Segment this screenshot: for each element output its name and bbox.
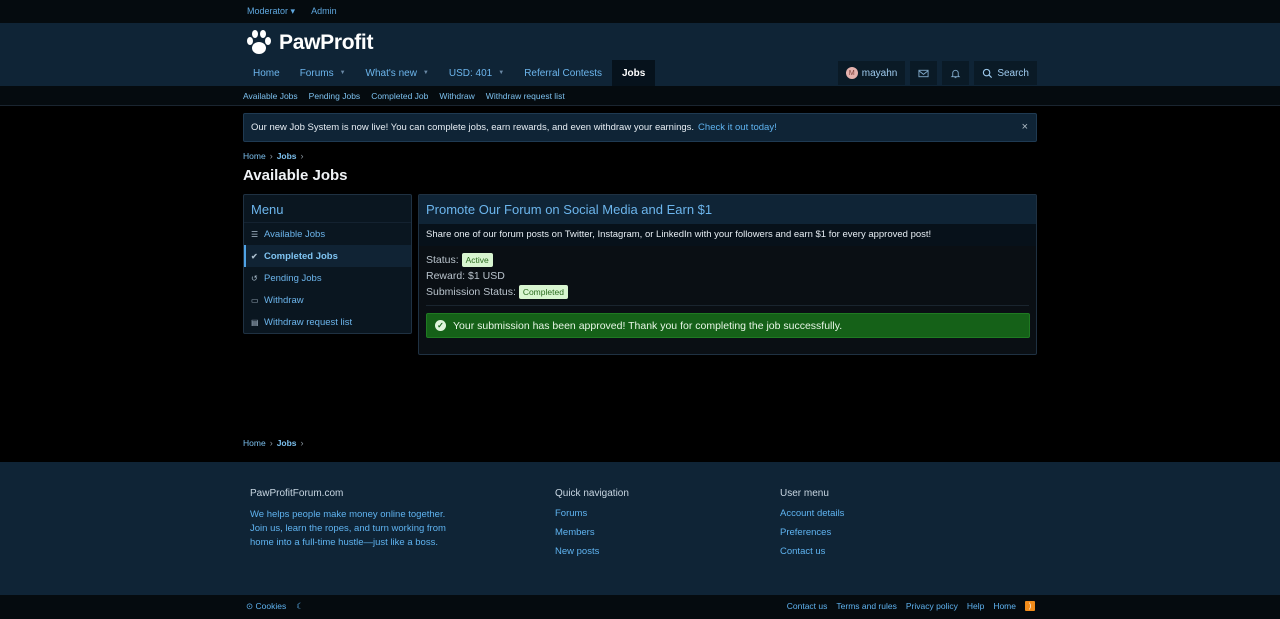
notice-link[interactable]: Check it out today! bbox=[698, 122, 777, 133]
alerts-button[interactable] bbox=[942, 61, 970, 85]
footer-home[interactable]: Home bbox=[993, 601, 1016, 611]
footer-user-menu: User menu Account details Preferences Co… bbox=[780, 488, 844, 565]
cookies-link[interactable]: ⊙ Cookies bbox=[246, 601, 286, 612]
menu-item-pending-jobs[interactable]: ↺ Pending Jobs bbox=[244, 267, 411, 289]
footer-site-text: We helps people make money online togeth… bbox=[250, 509, 446, 548]
subnav-withdraw[interactable]: Withdraw bbox=[439, 91, 474, 101]
sub-nav: Available Jobs Pending Jobs Completed Jo… bbox=[0, 86, 1280, 106]
wallet-icon: ▭ bbox=[251, 295, 259, 305]
breadcrumb-jobs[interactable]: Jobs bbox=[277, 438, 297, 448]
footer-link-preferences[interactable]: Preferences bbox=[780, 527, 844, 538]
rss-icon[interactable]: ) bbox=[1025, 601, 1035, 611]
breadcrumb-jobs[interactable]: Jobs bbox=[277, 151, 297, 161]
chevron-down-icon[interactable]: ▼ bbox=[423, 70, 429, 76]
footer-help[interactable]: Help bbox=[967, 601, 984, 611]
inbox-button[interactable] bbox=[910, 61, 938, 85]
breadcrumb-separator: › bbox=[300, 438, 304, 448]
breadcrumb-home[interactable]: Home bbox=[243, 438, 266, 448]
page-title: Available Jobs bbox=[243, 167, 348, 184]
footer-privacy[interactable]: Privacy policy bbox=[906, 601, 958, 611]
moon-icon[interactable]: ☾ bbox=[296, 601, 304, 612]
footer-bar: ⊙ Cookies ☾ Contact us Terms and rules P… bbox=[0, 595, 1280, 619]
breadcrumb-separator: › bbox=[269, 438, 273, 448]
footer-link-account-details[interactable]: Account details bbox=[780, 508, 844, 519]
nav-referral-contests[interactable]: Referral Contests bbox=[514, 60, 612, 86]
subnav-available-jobs[interactable]: Available Jobs bbox=[243, 91, 298, 101]
footer-quick-title: Quick navigation bbox=[555, 488, 629, 499]
search-label: Search bbox=[997, 67, 1029, 79]
site-logo[interactable]: PawProfit bbox=[245, 29, 373, 56]
site-header: PawProfit Home Forums ▼ What's new ▼ USD: … bbox=[0, 23, 1280, 86]
footer-user-title: User menu bbox=[780, 488, 829, 499]
table-icon: ▤ bbox=[251, 317, 259, 327]
subnav-completed-job[interactable]: Completed Job bbox=[371, 91, 428, 101]
job-meta: Status: Active Reward: $1 USD Submission… bbox=[419, 246, 1036, 300]
menu-title: Menu bbox=[244, 195, 411, 223]
moderator-link[interactable]: Moderator ▾ bbox=[247, 6, 295, 17]
job-submission-row: Submission Status: Completed bbox=[426, 284, 1029, 300]
close-icon[interactable]: × bbox=[1022, 121, 1028, 133]
chevron-down-icon[interactable]: ▼ bbox=[340, 70, 346, 76]
menu-item-withdraw[interactable]: ▭ Withdraw bbox=[244, 289, 411, 311]
bell-icon bbox=[951, 69, 961, 78]
nav-whats-new[interactable]: What's new ▼ bbox=[356, 60, 439, 86]
site-name: PawProfit bbox=[279, 30, 374, 54]
menu-item-completed-jobs[interactable]: ✔ Completed Jobs bbox=[244, 245, 411, 267]
menu-item-withdraw-request-list[interactable]: ▤ Withdraw request list bbox=[244, 311, 411, 333]
nav-jobs[interactable]: Jobs bbox=[612, 60, 656, 86]
chevron-down-icon: ▾ bbox=[290, 6, 296, 16]
list-icon: ☰ bbox=[251, 229, 259, 239]
job-description: Share one of our forum posts on Twitter,… bbox=[419, 224, 1036, 246]
site-footer: PawProfitForum.com We helps people make … bbox=[0, 462, 1280, 595]
account-button[interactable]: M mayahn bbox=[837, 61, 906, 85]
divider bbox=[426, 305, 1029, 306]
reward-value: $1 USD bbox=[468, 270, 505, 282]
username: mayahn bbox=[861, 67, 898, 79]
nav-usd-balance[interactable]: USD: 401 ▼ bbox=[439, 60, 514, 86]
staff-bar: Moderator ▾ Admin bbox=[0, 0, 1280, 23]
footer-link-new-posts[interactable]: New posts bbox=[555, 546, 629, 557]
paw-icon bbox=[247, 30, 271, 54]
check-circle-icon: ✓ bbox=[435, 320, 446, 331]
jobs-menu: Menu ☰ Available Jobs ✔ Completed Jobs ↺ Pe… bbox=[243, 194, 412, 334]
footer-contact-us[interactable]: Contact us bbox=[787, 601, 828, 611]
breadcrumb-separator: › bbox=[269, 151, 273, 161]
breadcrumb-bottom: Home › Jobs › bbox=[243, 438, 304, 448]
user-nav: M mayahn Search bbox=[837, 61, 1037, 85]
check-icon: ✔ bbox=[251, 251, 258, 261]
submission-status-badge: Completed bbox=[518, 285, 568, 299]
footer-site-title: PawProfitForum.com bbox=[250, 488, 344, 499]
nav-forums[interactable]: Forums ▼ bbox=[290, 60, 356, 86]
job-status-row: Status: Active bbox=[426, 252, 1029, 268]
status-badge: Active bbox=[461, 253, 493, 267]
avatar: M bbox=[845, 67, 858, 79]
footer-terms[interactable]: Terms and rules bbox=[836, 601, 896, 611]
footer-quick-navigation: Quick navigation Forums Members New post… bbox=[555, 488, 629, 565]
job-card: Promote Our Forum on Social Media and Ea… bbox=[418, 194, 1037, 355]
subnav-pending-jobs[interactable]: Pending Jobs bbox=[309, 91, 361, 101]
breadcrumb-separator: › bbox=[300, 151, 304, 161]
menu-item-available-jobs[interactable]: ☰ Available Jobs bbox=[244, 223, 411, 245]
main-nav: Home Forums ▼ What's new ▼ USD: 401 ▼ Refer… bbox=[243, 60, 656, 86]
footer-link-members[interactable]: Members bbox=[555, 527, 629, 538]
breadcrumb: Home › Jobs › bbox=[243, 151, 304, 161]
approved-message: ✓ Your submission has been approved! Tha… bbox=[426, 313, 1030, 338]
admin-link[interactable]: Admin bbox=[311, 6, 337, 17]
footer-link-contact-us[interactable]: Contact us bbox=[780, 546, 844, 557]
subnav-withdraw-request-list[interactable]: Withdraw request list bbox=[486, 91, 565, 101]
job-title: Promote Our Forum on Social Media and Ea… bbox=[419, 195, 1036, 224]
job-reward-row: Reward: $1 USD bbox=[426, 270, 505, 282]
footer-link-forums[interactable]: Forums bbox=[555, 508, 629, 519]
footer-about: PawProfitForum.com We helps people make … bbox=[250, 488, 450, 550]
notice-banner: Our new Job System is now live! You can … bbox=[243, 113, 1037, 142]
breadcrumb-home[interactable]: Home bbox=[243, 151, 266, 161]
search-icon bbox=[983, 68, 993, 78]
history-icon: ↺ bbox=[251, 273, 258, 283]
search-button[interactable]: Search bbox=[974, 61, 1037, 85]
envelope-icon bbox=[918, 69, 929, 77]
cookie-icon: ⊙ bbox=[246, 601, 254, 611]
chevron-down-icon[interactable]: ▼ bbox=[498, 70, 504, 76]
notice-text: Our new Job System is now live! You can … bbox=[251, 122, 695, 133]
nav-home[interactable]: Home bbox=[243, 60, 290, 86]
